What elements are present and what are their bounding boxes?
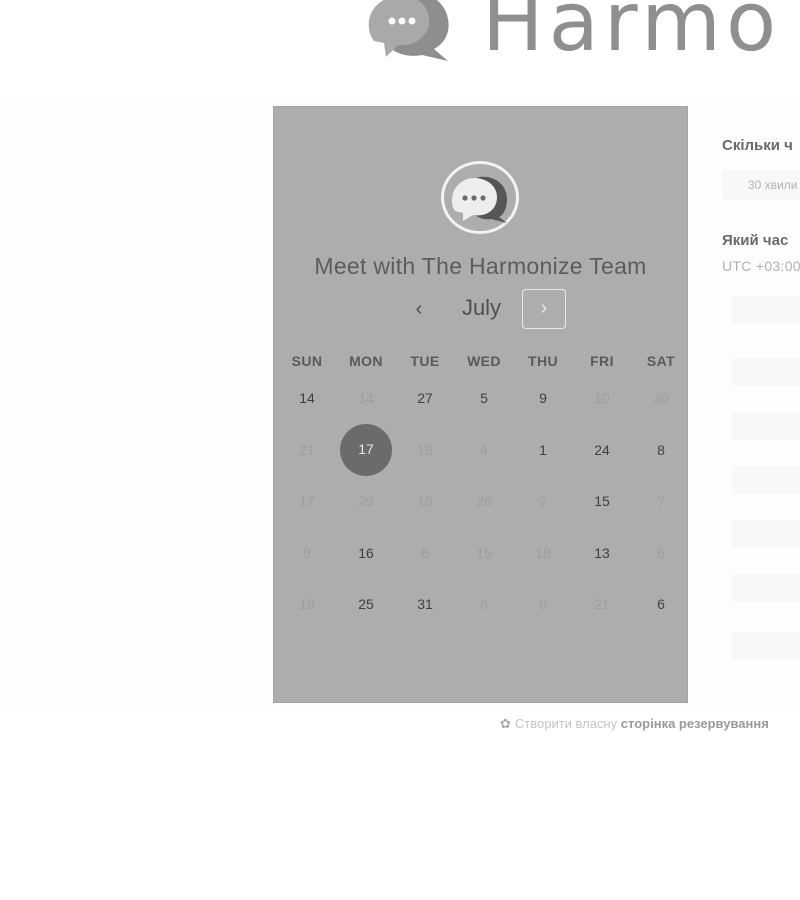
- calendar-day: 6: [480, 596, 488, 612]
- duration-label: Скільки ч: [722, 137, 793, 154]
- calendar-day: 9: [303, 545, 311, 561]
- selected-date[interactable]: 17: [340, 424, 392, 476]
- chat-bubble-logo-icon: [368, 0, 449, 61]
- weekday-label: MON: [349, 353, 383, 369]
- weekday-label: FRI: [590, 353, 614, 369]
- time-slot-placeholder: [732, 358, 800, 386]
- month-label: July: [461, 295, 502, 320]
- time-slot-placeholder: [732, 466, 800, 494]
- calendar-day[interactable]: 1: [518, 425, 568, 475]
- calendar-day: 21: [594, 596, 610, 612]
- calendar-day[interactable]: 24: [577, 425, 627, 475]
- calendar-day: 6: [421, 545, 429, 561]
- calendar-day: 4: [480, 442, 488, 458]
- footer-prefix: Створити власну: [514, 716, 618, 731]
- calendar-day[interactable]: 27: [400, 373, 450, 423]
- calendar-day: 14: [358, 390, 374, 406]
- calendar-day[interactable]: 13: [577, 528, 627, 578]
- calendar-day: 26: [476, 493, 492, 509]
- calendar-day: 15: [417, 493, 433, 509]
- weekday-label: TUE: [410, 353, 440, 369]
- calendar-day[interactable]: 15: [577, 476, 627, 526]
- weekday-label: SAT: [646, 353, 676, 369]
- weekday-label: SUN: [291, 353, 323, 369]
- next-month-button[interactable]: ›: [522, 289, 566, 329]
- calendar-day: 6: [657, 545, 665, 561]
- calendar-day: 8: [539, 596, 547, 612]
- time-slot-placeholder: [732, 520, 800, 548]
- avatar: [441, 161, 519, 234]
- calendar-day[interactable]: 9: [518, 373, 568, 423]
- time-slot-placeholder: [732, 412, 800, 440]
- calendar-day[interactable]: 8: [636, 425, 686, 475]
- weekday-label: WED: [467, 353, 501, 369]
- calendar-day[interactable]: 5: [459, 373, 509, 423]
- time-slot-placeholder: [732, 632, 800, 660]
- calendar-day[interactable]: 6: [636, 579, 686, 629]
- footer-link[interactable]: ✿ Створити власну сторінка резервування: [500, 716, 769, 732]
- calendar-day: 10: [594, 390, 610, 406]
- top-bar: Harmo: [0, 0, 800, 100]
- calendar-day: 18: [535, 545, 551, 561]
- calendar-day: 2: [539, 493, 547, 509]
- timezone-select[interactable]: UTC +03:00: [722, 258, 800, 274]
- calendar-day[interactable]: 14: [282, 373, 332, 423]
- chevron-left-icon: ‹: [415, 298, 423, 320]
- calendar-day: 18: [417, 442, 433, 458]
- time-label: Який час: [722, 232, 789, 249]
- weekday-header: SUN MON TUE WED THU FRI SAT: [274, 353, 687, 373]
- calendar-day: 21: [299, 442, 315, 458]
- duration-option[interactable]: 30 хвили: [722, 170, 800, 200]
- prev-month-button[interactable]: ‹: [409, 297, 429, 321]
- calendar-day: 19: [299, 596, 315, 612]
- event-title: Meet with The Harmonize Team: [314, 253, 647, 279]
- time-slot-placeholder: [732, 296, 800, 324]
- calendar-day: 15: [476, 545, 492, 561]
- calendar-day[interactable]: 25: [341, 579, 391, 629]
- chevron-right-icon: ›: [540, 297, 548, 319]
- calendar-day: 17: [299, 493, 315, 509]
- calendar-day[interactable]: 16: [341, 528, 391, 578]
- calendar-day: 30: [653, 390, 669, 406]
- brand-name: Harmo: [482, 0, 782, 70]
- footer-bold: сторінка резервування: [620, 716, 769, 731]
- calendar-day[interactable]: 31: [400, 579, 450, 629]
- calendar-day: 7: [657, 493, 665, 509]
- brand[interactable]: Harmo: [362, 0, 781, 68]
- calendar-panel: Meet with The Harmonize Team ‹ July › SU…: [273, 106, 688, 703]
- chat-bubble-icon: [451, 176, 507, 223]
- sprocket-icon: ✿: [500, 716, 511, 731]
- weekday-label: THU: [528, 353, 558, 369]
- calendar-day: 29: [358, 493, 374, 509]
- time-slot-placeholder: [732, 574, 800, 602]
